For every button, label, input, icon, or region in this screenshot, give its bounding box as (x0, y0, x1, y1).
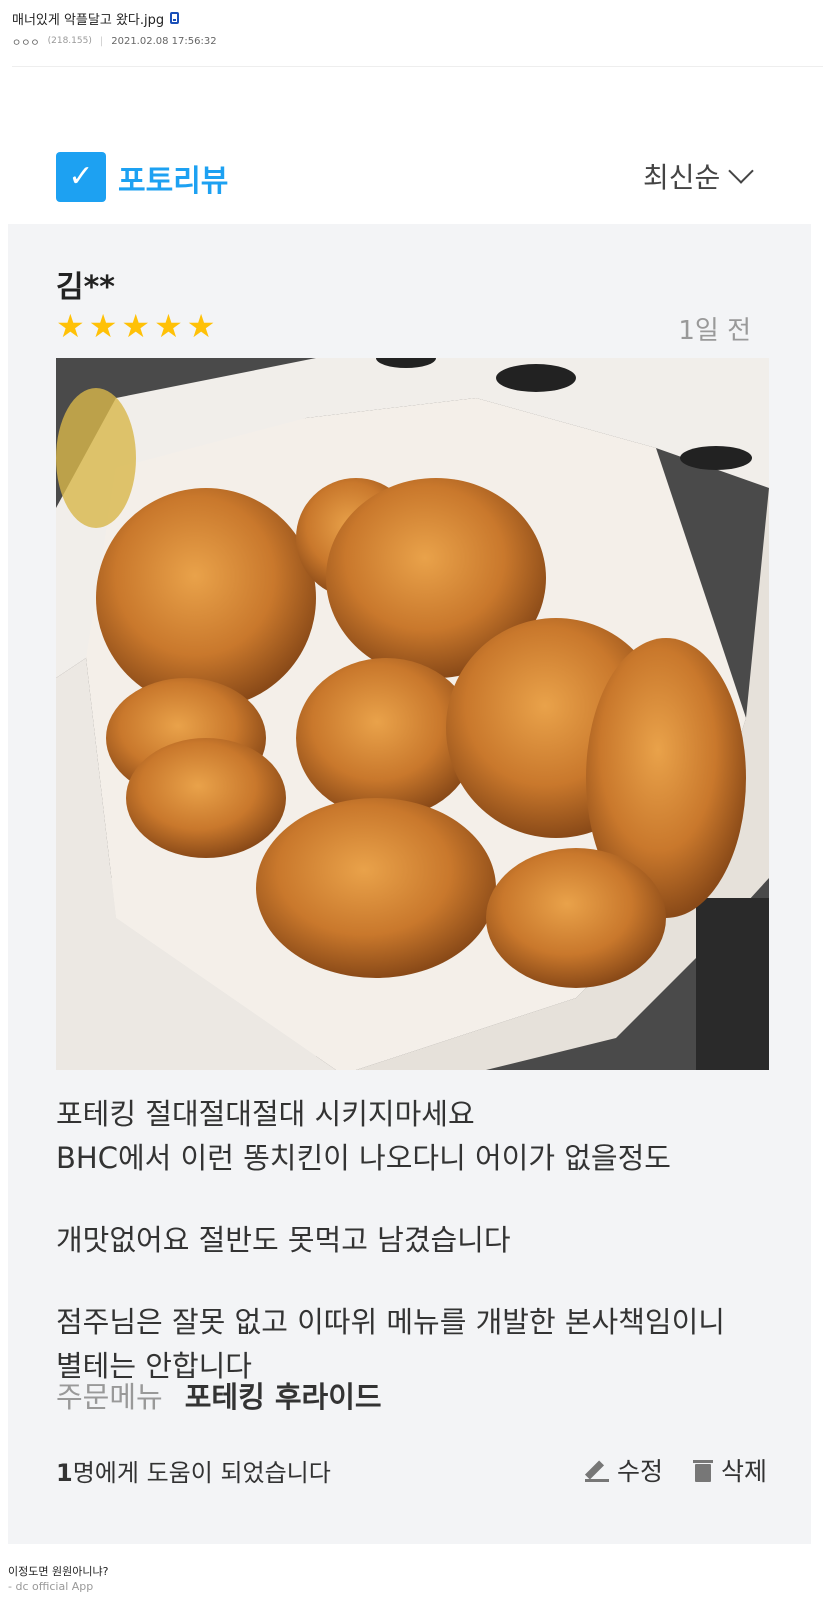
photo-review-label[interactable]: 포토리뷰 (118, 156, 228, 200)
pencil-icon (584, 1458, 609, 1482)
helpful-count-text: 1명에게 도움이 되었습니다 (56, 1453, 331, 1488)
post-caption: 이정도면 원원아니냐? (8, 1565, 109, 1578)
review-card: 김** ★ ★ ★ ★ ★ 1일 전 포테킹 절대절대절대 시키지마세요 BHC… (8, 224, 811, 1544)
review-date: 1일 전 (678, 316, 751, 346)
edit-label: 수정 (616, 1457, 663, 1486)
review-paragraph: 개맛없어요 절반도 못먹고 남겼습니다 (56, 1223, 511, 1257)
delete-label: 삭제 (720, 1457, 767, 1486)
chevron-down-icon (728, 158, 755, 184)
helpful-count: 1 (56, 1458, 73, 1487)
trash-icon (692, 1458, 713, 1482)
edit-button[interactable]: 수정 (584, 1452, 663, 1488)
star-icon: ★ (186, 307, 216, 345)
star-rating: ★ ★ ★ ★ ★ (56, 310, 215, 342)
app-signature: - dc official App (8, 1580, 94, 1593)
review-photo[interactable] (56, 358, 769, 1070)
post-meta: ㅇㅇㅇ (218.155) | 2021.02.08 17:56:32 (12, 34, 823, 49)
delete-button[interactable]: 삭제 (692, 1452, 767, 1488)
sort-dropdown[interactable]: 최신순 (643, 156, 755, 196)
star-icon: ★ (88, 307, 118, 345)
reviewer-name: 김** (56, 270, 115, 305)
review-paragraph: 포테킹 절대절대절대 시키지마세요 BHC에서 이런 똥치킨이 나오다니 어이가… (56, 1097, 671, 1175)
order-menu-value: 포테킹 후라이드 (184, 1380, 382, 1414)
review-footer: 1명에게 도움이 되었습니다 수정 삭제 (56, 1450, 767, 1490)
order-menu-row: 주문메뉴 포테킹 후라이드 (56, 1374, 382, 1416)
review-filter-bar: ✓ 포토리뷰 최신순 (0, 140, 835, 220)
order-menu-label: 주문메뉴 (56, 1380, 163, 1414)
review-body: 포테킹 절대절대절대 시키지마세요 BHC에서 이런 똥치킨이 나오다니 어이가… (56, 1092, 776, 1388)
sort-label: 최신순 (643, 161, 721, 194)
author-ip: (218.155) (47, 36, 92, 46)
star-icon: ★ (154, 307, 183, 345)
author-name[interactable]: ㅇㅇㅇ (12, 34, 40, 49)
mobile-icon (170, 12, 180, 24)
post-divider (12, 66, 823, 67)
post-title: 매너있게 악플달고 왔다.jpg (12, 8, 823, 28)
star-icon: ★ (121, 307, 151, 345)
fried-chicken-photo (56, 358, 769, 1070)
post-header: 매너있게 악플달고 왔다.jpg ㅇㅇㅇ (218.155) | 2021.02… (12, 8, 823, 49)
meta-separator: | (99, 35, 104, 47)
photo-review-checkbox[interactable]: ✓ (56, 152, 106, 202)
post-title-text: 매너있게 악플달고 왔다.jpg (12, 12, 165, 28)
helpful-suffix: 명에게 도움이 되었습니다 (72, 1458, 331, 1487)
post-datetime: 2021.02.08 17:56:32 (111, 35, 217, 47)
check-icon: ✓ (68, 159, 94, 194)
review-actions: 수정 삭제 (584, 1452, 767, 1488)
star-icon: ★ (56, 307, 85, 345)
